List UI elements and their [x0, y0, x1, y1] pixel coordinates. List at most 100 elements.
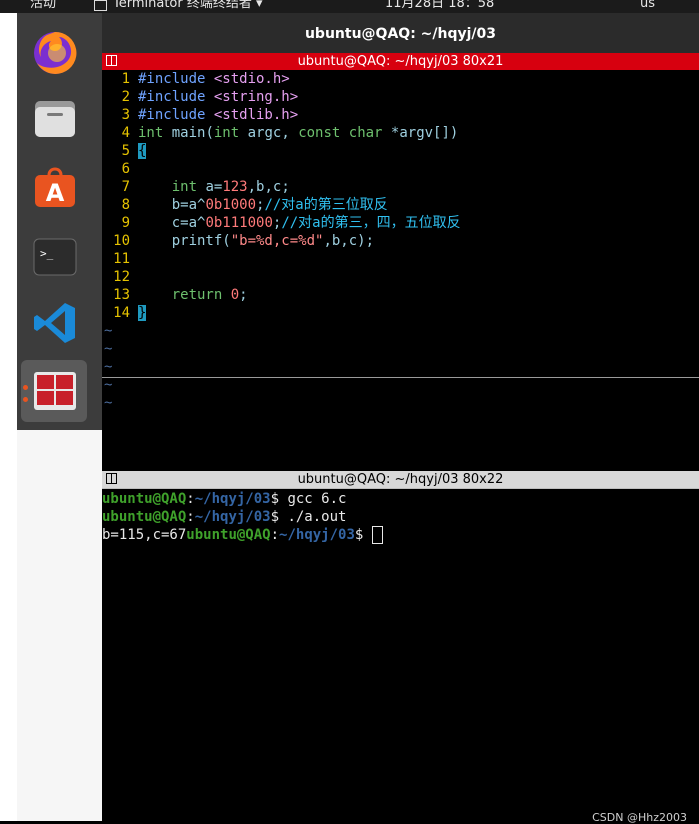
code-token: printf(	[138, 233, 231, 249]
code-token: *argv[])	[382, 125, 459, 141]
line-number: 10	[113, 233, 130, 249]
code-line: 10 printf("b=%d,c=%d",b,c);	[102, 232, 699, 250]
terminator-window[interactable]: ubuntu@QAQ: ~/hqyj/03 ubuntu@QAQ: ~/hqyj…	[102, 13, 699, 824]
code-token: <string.h>	[213, 89, 299, 105]
code-token: ;	[239, 287, 248, 303]
code-token: <stdio.h>	[213, 71, 290, 87]
code-token: #include	[138, 107, 214, 123]
code-token: 0b1000	[205, 197, 257, 213]
code-line: 5{	[102, 142, 699, 160]
code-line: 12	[102, 268, 699, 286]
empty-buffer-line: ~	[104, 341, 113, 357]
code-line: 6	[102, 160, 699, 178]
code-token: <stdlib.h>	[213, 107, 299, 123]
code-token: #include	[138, 71, 214, 87]
watermark: CSDN @Hhz2003	[592, 811, 687, 824]
code-token: ,b,c;	[247, 179, 290, 195]
shell-line: ubuntu@QAQ:~/hqyj/03$ gcc 6.c	[102, 491, 347, 507]
code-token: argc,	[239, 125, 299, 141]
files-icon[interactable]	[31, 95, 79, 143]
terminal-cursor	[371, 526, 383, 544]
code-token: int	[138, 125, 164, 141]
line-number: 8	[121, 197, 130, 213]
code-token: {	[138, 143, 147, 159]
code-token: //对a的第三，四，五位取反	[281, 215, 461, 231]
code-token: int	[213, 125, 240, 141]
code-line: 9 c=a^0b111000;//对a的第三，四，五位取反	[102, 214, 699, 232]
code-line: 1 #include <stdio.h>	[102, 70, 699, 88]
code-line: 11	[102, 250, 699, 268]
code-token: "b=%d,c=%d"	[230, 233, 324, 249]
code-token: return	[171, 287, 223, 303]
pane-title-bar[interactable]: ubuntu@QAQ: ~/hqyj/03 80x22	[102, 471, 699, 488]
empty-buffer-line: ~	[104, 323, 113, 339]
shell-line: b=115,c=67ubuntu@QAQ:~/hqyj/03$	[102, 526, 699, 544]
command-text: ./a.out	[287, 509, 347, 525]
code-token: c=a^	[138, 215, 206, 231]
code-line: 13 return 0;	[102, 286, 699, 304]
line-number: 6	[121, 161, 130, 177]
line-number: 4	[121, 125, 130, 141]
pane-title-bar[interactable]: ubuntu@QAQ: ~/hqyj/03 80x21	[102, 53, 699, 70]
activities-button[interactable]: 活动	[30, 0, 56, 10]
line-number: 3	[121, 107, 130, 123]
top-panel: 活动 Terminator 终端终结者 ▾ 11月28日 18：58 us	[0, 0, 699, 13]
pane-title: ubuntu@QAQ: ~/hqyj/03 80x21	[297, 54, 504, 69]
app-menu[interactable]: Terminator 终端终结者 ▾	[94, 0, 263, 11]
code-line: 3 #include <stdlib.h>	[102, 106, 699, 124]
left-edge-strip	[0, 13, 18, 821]
code-line: 7 int a=123,b,c;	[102, 178, 699, 196]
terminal-icon[interactable]: >_	[31, 233, 79, 281]
window-title[interactable]: ubuntu@QAQ: ~/hqyj/03	[102, 13, 699, 53]
app-center-icon[interactable]: A	[31, 163, 79, 211]
code-token: main(	[163, 125, 214, 141]
code-line: 4 int main(int argc, const char *argv[])	[102, 124, 699, 142]
line-number: 14	[113, 305, 130, 321]
vim-editor[interactable]: 1 #include <stdio.h> 2 #include <string.h> 3…	[102, 70, 699, 489]
keyboard-layout[interactable]: us	[640, 0, 655, 10]
code-token: int	[171, 179, 198, 195]
code-token: const char	[298, 125, 383, 141]
empty-buffer-line: ~	[104, 377, 113, 393]
svg-text:A: A	[46, 179, 65, 207]
code-line: 14}	[102, 304, 699, 322]
code-token: #include	[138, 89, 214, 105]
line-number: 1	[121, 71, 130, 87]
pane-title: ubuntu@QAQ: ~/hqyj/03 80x22	[297, 472, 504, 487]
line-number: 9	[121, 215, 130, 231]
line-number: 11	[113, 251, 130, 267]
code-token: //对a的第三位取反	[264, 197, 388, 213]
shell-line: ubuntu@QAQ:~/hqyj/03$ ./a.out	[102, 509, 347, 525]
svg-text:>_: >_	[40, 247, 54, 260]
command-text: gcc 6.c	[287, 491, 347, 507]
code-token: b=a^	[138, 197, 206, 213]
code-token: 0	[230, 287, 240, 303]
code-token: 0b111000	[205, 215, 273, 231]
vscode-icon[interactable]	[31, 299, 79, 347]
line-number: 7	[121, 179, 130, 195]
pane-group-icon[interactable]	[106, 55, 117, 66]
line-number: 13	[113, 287, 130, 303]
program-output: b=115,c=67	[102, 527, 187, 543]
empty-buffer-line: ~	[104, 395, 113, 411]
line-number: 5	[121, 143, 130, 159]
code-token: 123	[222, 179, 248, 195]
empty-buffer-line: ~	[104, 359, 113, 375]
running-indicator	[23, 397, 28, 402]
firefox-icon[interactable]	[31, 29, 79, 77]
line-number: 2	[121, 89, 130, 105]
pane-group-icon[interactable]	[106, 473, 117, 484]
desktop-background	[17, 430, 102, 821]
line-number: 12	[113, 269, 130, 285]
code-line: 8 b=a^0b1000;//对a的第三位取反	[102, 196, 699, 214]
shell-output[interactable]: ubuntu@QAQ:~/hqyj/03$ gcc 6.c ubuntu@QAQ…	[102, 490, 699, 544]
terminator-icon[interactable]	[31, 367, 79, 415]
code-line: 2 #include <string.h>	[102, 88, 699, 106]
terminal-app-icon	[94, 0, 107, 11]
running-indicator	[23, 385, 28, 390]
clock[interactable]: 11月28日 18：58	[385, 0, 494, 10]
code-token: }	[138, 305, 147, 321]
